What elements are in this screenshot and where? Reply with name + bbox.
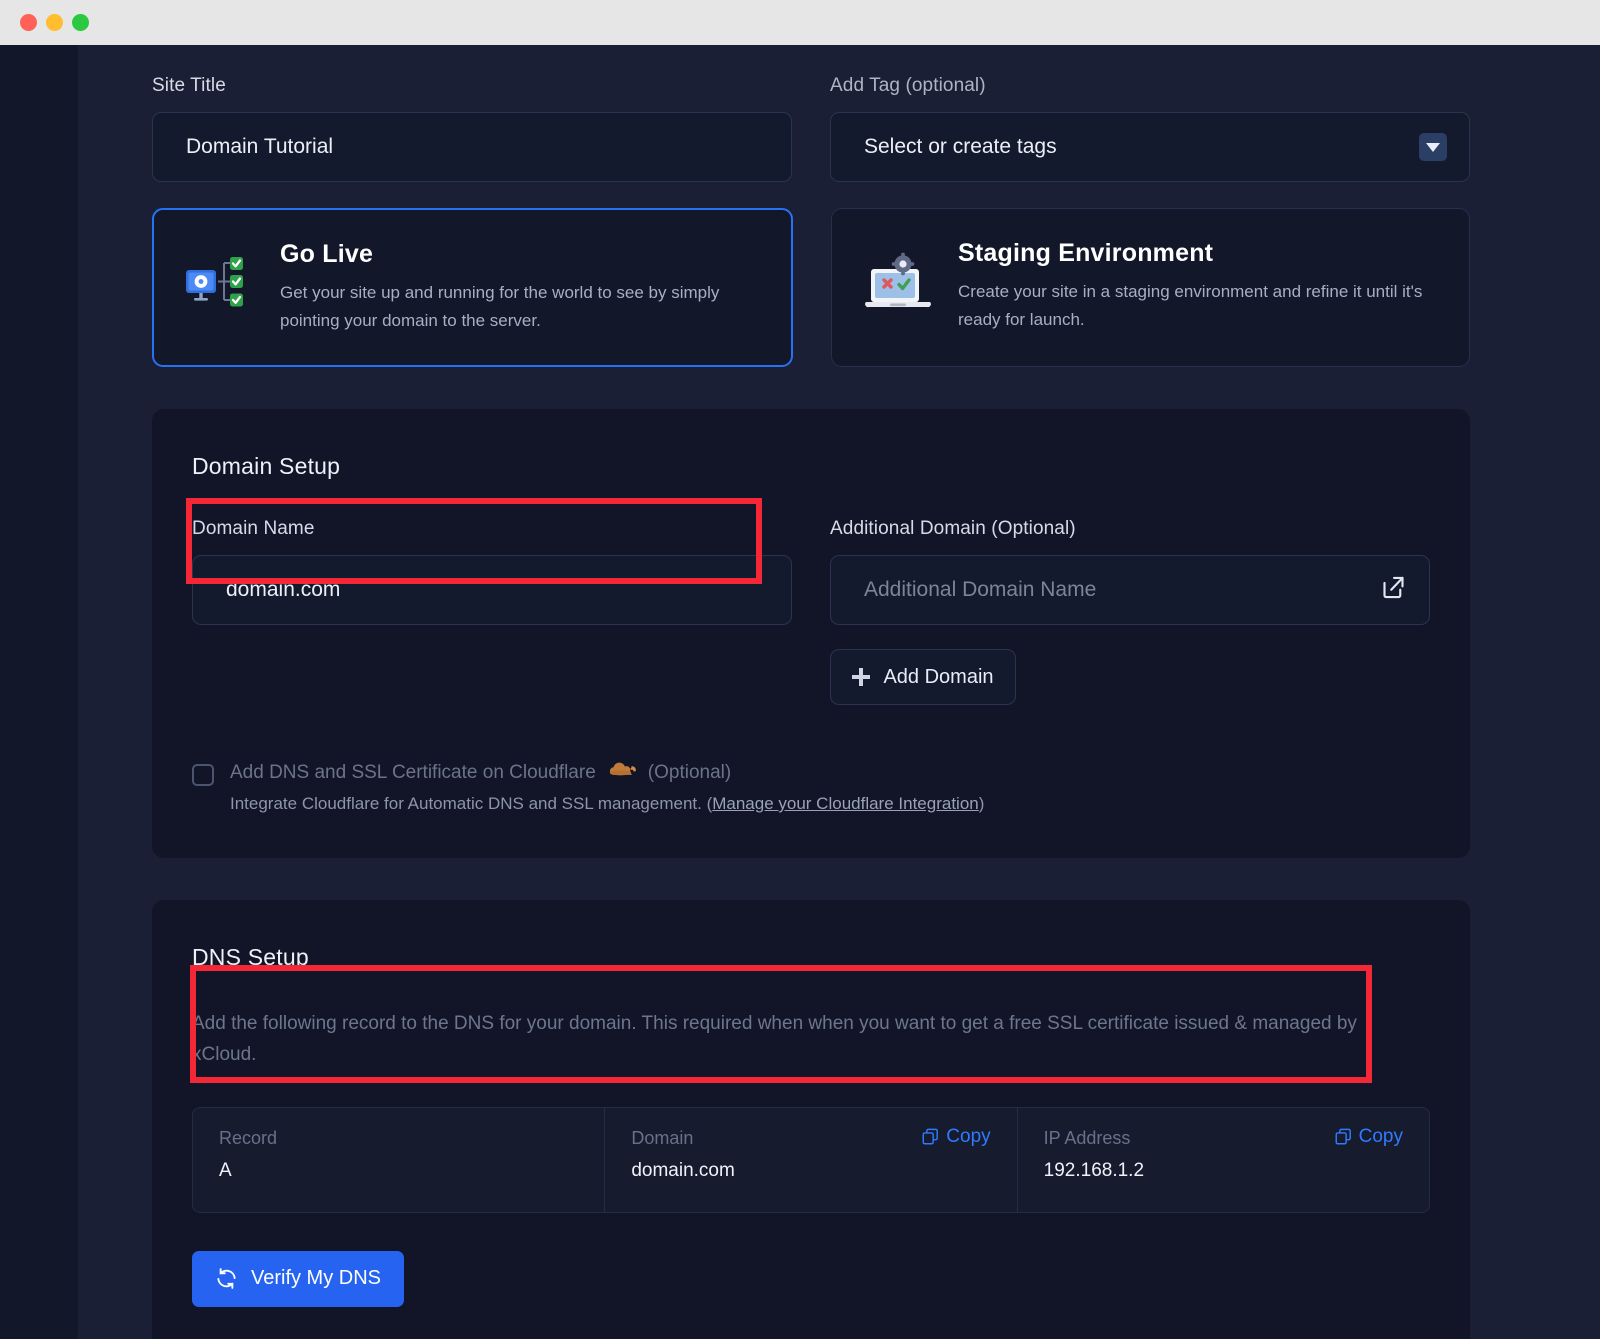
dns-cell-ip-address: IP Address 192.168.1.2 Copy <box>1018 1108 1429 1212</box>
site-title-value: Domain Tutorial <box>186 135 333 159</box>
additional-domain-label: Additional Domain (Optional) <box>830 518 1430 540</box>
copy-icon <box>1334 1128 1352 1146</box>
dns-value-domain: domain.com <box>631 1160 990 1182</box>
dns-value-ip-address: 192.168.1.2 <box>1044 1160 1403 1182</box>
dns-record-table: Record A Domain domain.com <box>192 1107 1430 1213</box>
copy-icon <box>921 1128 939 1146</box>
cloudflare-optional-text: (Optional) <box>648 762 731 784</box>
external-link-icon[interactable] <box>1380 574 1407 607</box>
dns-cell-domain: Domain domain.com Copy <box>605 1108 1017 1212</box>
mode-card-go-live[interactable]: Go Live Get your site up and running for… <box>152 208 793 367</box>
dns-cell-record: Record A <box>193 1108 605 1212</box>
add-domain-button[interactable]: Add Domain <box>830 649 1016 705</box>
staging-description: Create your site in a staging environmen… <box>958 278 1439 334</box>
window-body: Site Title Domain Tutorial Add Tag (opti… <box>0 45 1600 1339</box>
staging-title: Staging Environment <box>958 239 1439 268</box>
mode-card-staging-environment[interactable]: Staging Environment Create your site in … <box>831 208 1470 367</box>
go-live-description: Get your site up and running for the wor… <box>280 279 761 335</box>
domain-name-value: domain.com <box>226 578 340 602</box>
cloudflare-option-row[interactable]: Add DNS and SSL Certificate on Cloudflar… <box>192 761 1430 814</box>
site-title-group: Site Title Domain Tutorial <box>152 75 792 182</box>
monitor-gear-checklist-icon <box>184 250 256 322</box>
add-tag-label: Add Tag (optional) <box>830 75 1470 97</box>
domain-fields-row: Domain Name domain.com Additional Domain… <box>192 518 1430 705</box>
tags-placeholder: Select or create tags <box>864 135 1057 159</box>
additional-domain-input[interactable]: Additional Domain Name <box>830 555 1430 625</box>
copy-domain-button[interactable]: Copy <box>921 1126 990 1148</box>
laptop-gear-check-cross-icon <box>862 249 934 321</box>
cloudflare-subtext-after: ) <box>979 794 985 813</box>
close-window-button[interactable] <box>20 14 37 31</box>
cloudflare-label-text: Add DNS and SSL Certificate on Cloudflar… <box>230 762 596 784</box>
tags-select[interactable]: Select or create tags <box>830 112 1470 182</box>
dns-setup-title: DNS Setup <box>192 944 1430 971</box>
domain-name-label: Domain Name <box>192 518 792 540</box>
domain-name-group: Domain Name domain.com <box>192 518 792 705</box>
copy-domain-label: Copy <box>946 1126 990 1148</box>
cloudflare-subtext-before: Integrate Cloudflare for Automatic DNS a… <box>230 794 712 813</box>
verify-my-dns-label: Verify My DNS <box>251 1267 381 1290</box>
site-title-label: Site Title <box>152 75 792 97</box>
domain-setup-title: Domain Setup <box>192 453 1430 480</box>
cloudflare-checkbox[interactable] <box>192 764 214 786</box>
domain-name-input[interactable]: domain.com <box>192 555 792 625</box>
left-sidebar <box>0 45 78 1339</box>
add-tag-group: Add Tag (optional) Select or create tags <box>830 75 1470 182</box>
copy-ip-address-label: Copy <box>1359 1126 1403 1148</box>
cloudflare-label: Add DNS and SSL Certificate on Cloudflar… <box>230 761 984 785</box>
mode-cards-row: Go Live Get your site up and running for… <box>152 208 1470 367</box>
chevron-down-icon[interactable] <box>1419 133 1447 161</box>
verify-my-dns-button[interactable]: Verify My DNS <box>192 1251 404 1307</box>
additional-domain-group: Additional Domain (Optional) Additional … <box>830 518 1430 705</box>
cloudflare-subtext: Integrate Cloudflare for Automatic DNS a… <box>230 794 984 814</box>
domain-setup-panel: Domain Setup Domain Name domain.com Addi… <box>152 409 1470 858</box>
manage-cloudflare-integration-link[interactable]: Manage your Cloudflare Integration <box>712 794 979 813</box>
dns-setup-description: Add the following record to the DNS for … <box>192 1009 1387 1071</box>
dns-setup-panel: DNS Setup Add the following record to th… <box>152 900 1470 1339</box>
add-domain-label: Add Domain <box>883 666 993 689</box>
top-fields-row: Site Title Domain Tutorial Add Tag (opti… <box>152 75 1470 182</box>
window-titlebar <box>0 0 1600 45</box>
zoom-window-button[interactable] <box>72 14 89 31</box>
app-window: Site Title Domain Tutorial Add Tag (opti… <box>0 0 1600 1339</box>
dns-header-record: Record <box>219 1128 578 1149</box>
copy-ip-address-button[interactable]: Copy <box>1334 1126 1403 1148</box>
refresh-icon <box>215 1267 238 1290</box>
go-live-title: Go Live <box>280 240 761 269</box>
dns-value-record: A <box>219 1160 578 1182</box>
cloudflare-icon <box>605 761 639 785</box>
additional-domain-placeholder: Additional Domain Name <box>864 578 1096 602</box>
minimize-window-button[interactable] <box>46 14 63 31</box>
site-title-input[interactable]: Domain Tutorial <box>152 112 792 182</box>
main-content: Site Title Domain Tutorial Add Tag (opti… <box>78 45 1600 1339</box>
plus-icon <box>852 668 870 686</box>
